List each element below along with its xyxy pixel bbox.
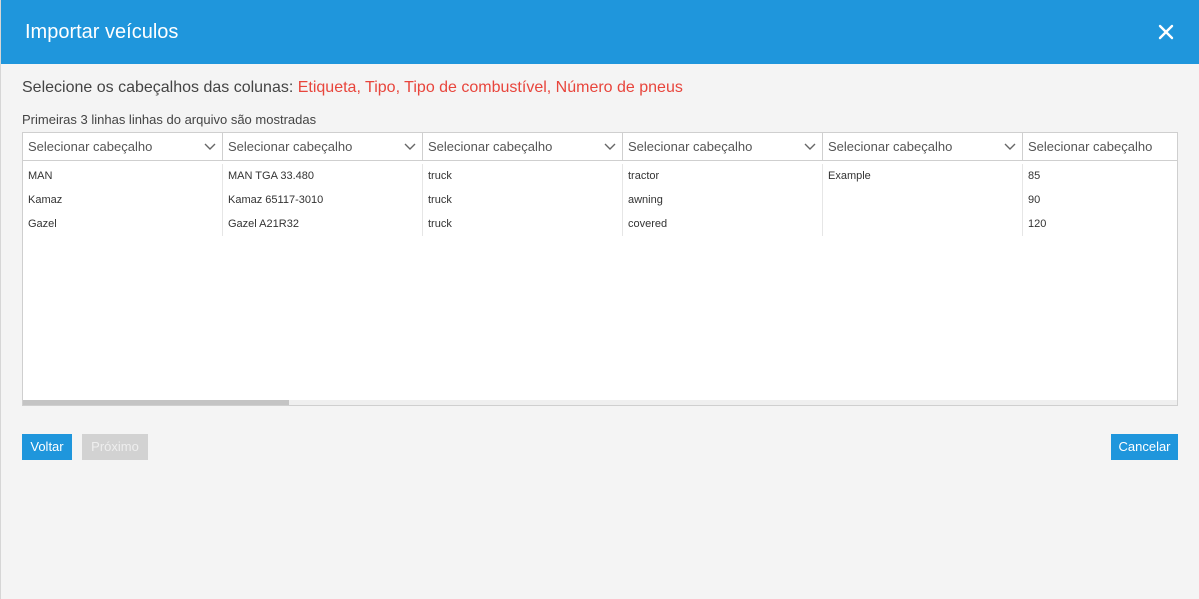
table-cell [823,188,1023,212]
dialog-body: Selecione os cabeçalhos das colunas: Eti… [1,79,1199,460]
column-select-6[interactable]: Selecionar cabeçalho [1023,133,1177,160]
chevron-down-icon [804,143,816,150]
import-vehicles-dialog: Importar veículos Selecione os cabeçalho… [0,0,1199,599]
table-cell: truck [423,188,623,212]
column-select-value: Selecionar cabeçalho [228,139,353,154]
chevron-down-icon [1004,143,1016,150]
chevron-down-icon [604,143,616,150]
horizontal-scrollbar[interactable] [23,400,1177,405]
dialog-buttons: Voltar Próximo Cancelar [22,434,1178,460]
table-cell: Kamaz 65117-3010 [223,188,423,212]
table-cell: Kamaz [23,188,223,212]
column-header-selects: Selecionar cabeçalho Selecionar cabeçalh… [22,132,1178,160]
preview-note: Primeiras 3 linhas linhas do arquivo são… [22,112,317,127]
column-select-value: Selecionar cabeçalho [28,139,153,154]
table-cell: tractor [623,164,823,188]
column-select-value: Selecionar cabeçalho [628,139,753,154]
chevron-down-icon [204,143,216,150]
table-cell: covered [623,212,823,236]
cancel-button[interactable]: Cancelar [1111,434,1178,460]
table-cell: truck [423,212,623,236]
table-cell: truck [423,164,623,188]
required-columns: Etiqueta, Tipo, Tipo de combustível, Núm… [297,79,683,96]
column-select-value: Selecionar cabeçalho [1028,139,1153,154]
column-select-5[interactable]: Selecionar cabeçalho [823,133,1023,160]
table-cell: 120 [1028,218,1047,230]
table-row: Kamaz Kamaz 65117-3010 truck awning 90 [23,188,1177,212]
table-cell: Gazel A21R32 [223,212,423,236]
back-button[interactable]: Voltar [22,434,72,460]
table-cell: Gazel [23,212,223,236]
table-cell: 85 [1028,170,1041,182]
table-cell: MAN [23,164,223,188]
dialog-title: Importar veículos [25,20,179,43]
table-row: Gazel Gazel A21R32 truck covered 120 [23,212,1177,236]
close-icon[interactable] [1155,21,1177,43]
column-select-1[interactable]: Selecionar cabeçalho [23,133,223,160]
column-select-4[interactable]: Selecionar cabeçalho [623,133,823,160]
column-select-value: Selecionar cabeçalho [828,139,953,154]
table-cell: 90 [1028,194,1041,206]
scrollbar-thumb[interactable] [23,400,289,405]
dialog-header: Importar veículos [1,0,1199,64]
next-button[interactable]: Próximo [82,434,148,460]
table-cell: MAN TGA 33.480 [223,164,423,188]
table-cell: awning [623,188,823,212]
table-cell: Example [823,164,1023,188]
column-select-2[interactable]: Selecionar cabeçalho [223,133,423,160]
instruction-prefix: Selecione os cabeçalhos das colunas: [22,79,298,96]
column-instruction: Selecione os cabeçalhos das colunas: Eti… [22,79,1178,99]
table-cell [823,212,1023,236]
column-select-value: Selecionar cabeçalho [428,139,553,154]
preview-grid: MAN MAN TGA 33.480 truck tractor Example… [22,160,1178,406]
table-row: MAN MAN TGA 33.480 truck tractor Example… [23,164,1177,188]
chevron-down-icon [404,143,416,150]
column-select-3[interactable]: Selecionar cabeçalho [423,133,623,160]
preview-table: Selecionar cabeçalho Selecionar cabeçalh… [22,132,1178,412]
